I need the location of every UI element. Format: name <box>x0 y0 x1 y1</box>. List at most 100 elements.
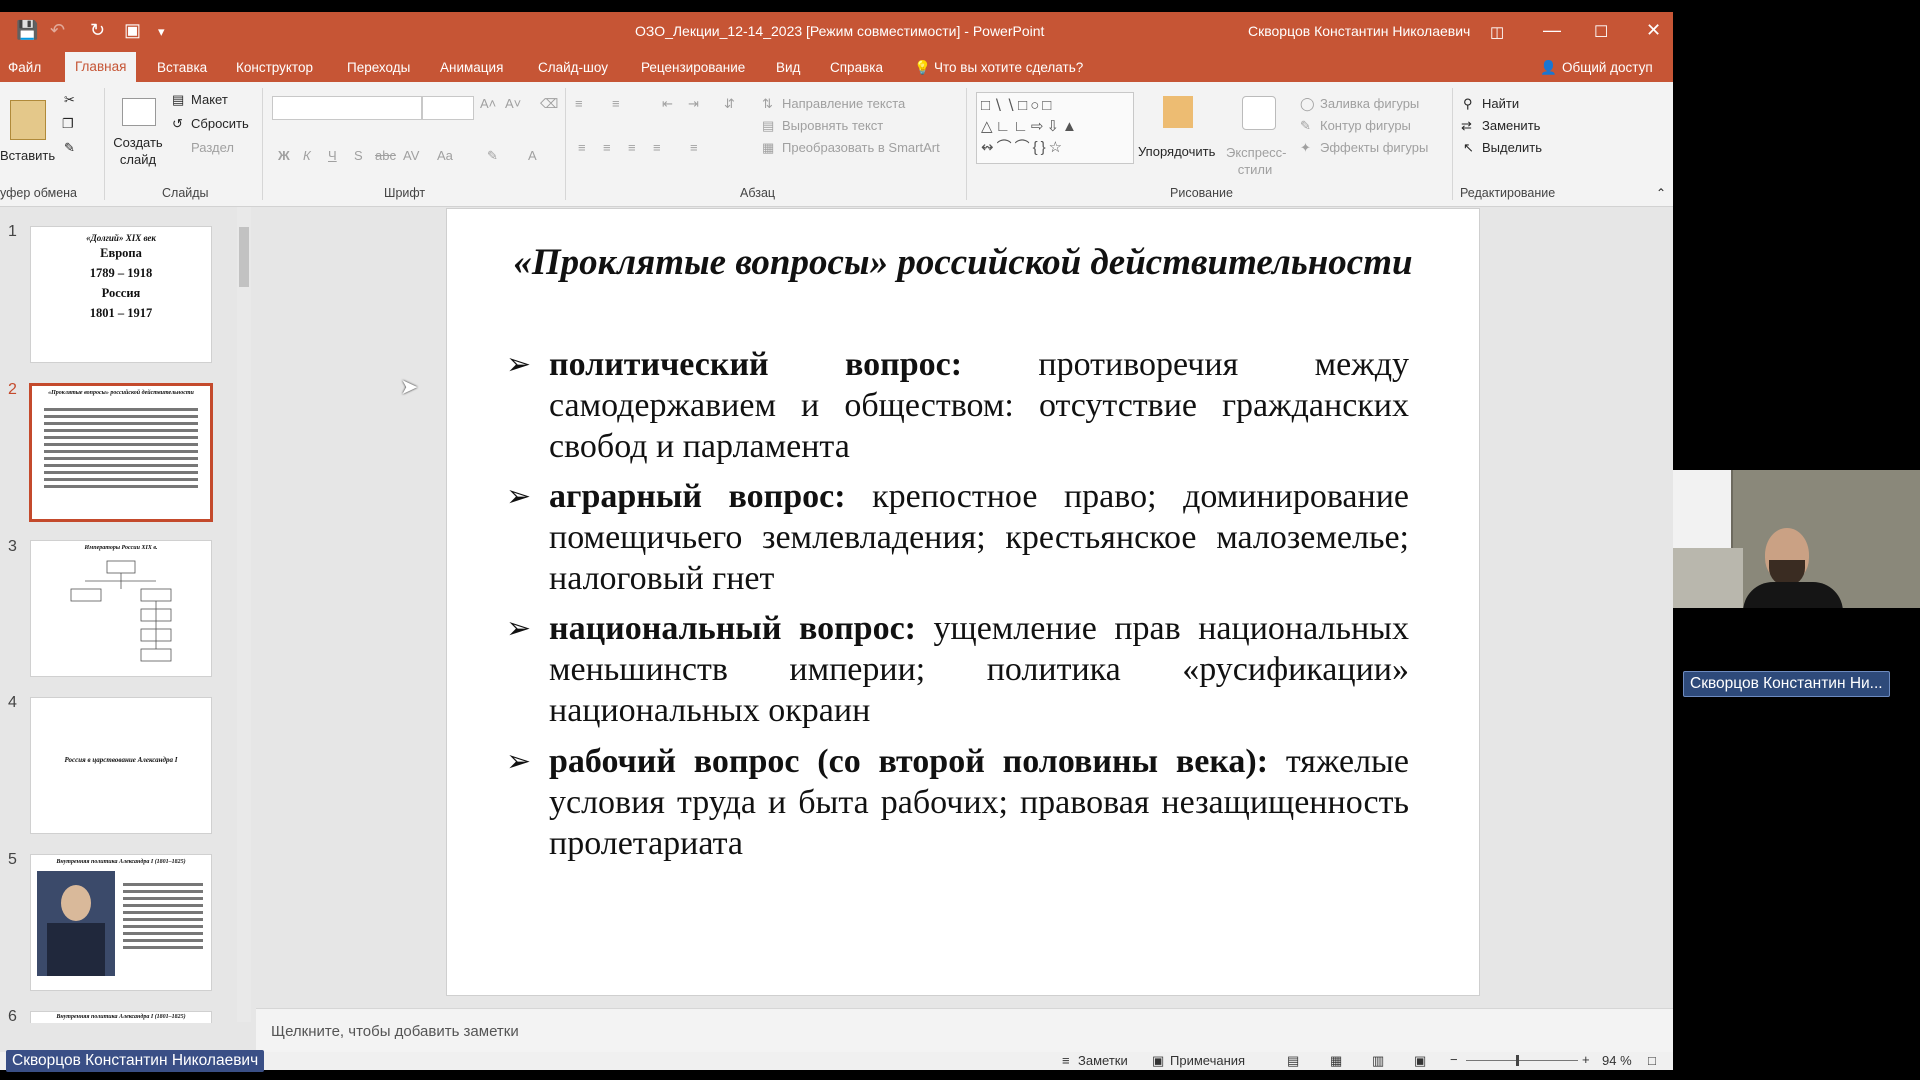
start-slideshow-icon[interactable]: ▣ <box>124 20 141 41</box>
align-right-icon[interactable]: ≡ <box>628 140 636 155</box>
shape-fill-button[interactable]: Заливка фигуры <box>1320 96 1419 111</box>
shape-outline-button[interactable]: Контур фигуры <box>1320 118 1411 133</box>
new-slide-button[interactable]: Создать слайд <box>113 134 163 168</box>
grow-font-icon[interactable]: A˄ <box>480 96 496 111</box>
tab-file[interactable]: Файл <box>8 60 41 75</box>
user-name[interactable]: Скворцов Константин Николаевич <box>1248 23 1470 39</box>
redo-icon[interactable]: ↻ <box>90 20 105 41</box>
save-icon[interactable]: 💾 <box>16 20 38 41</box>
underline-icon[interactable]: Ч <box>328 148 337 163</box>
zoom-slider-thumb[interactable] <box>1516 1055 1519 1066</box>
align-center-icon[interactable]: ≡ <box>603 140 611 155</box>
arrange-icon[interactable] <box>1163 96 1193 128</box>
line-spacing-icon[interactable]: ⇵ <box>724 96 735 112</box>
increase-indent-icon[interactable]: ⇥ <box>688 96 699 112</box>
convert-smartart-button[interactable]: Преобразовать в SmartArt <box>782 140 940 155</box>
bullet-labor[interactable]: ➢ рабочий вопрос (со второй половины век… <box>506 741 1409 864</box>
layout-button[interactable]: Макет <box>191 92 228 107</box>
tab-design[interactable]: Конструктор <box>236 60 313 75</box>
minimize-icon[interactable]: — <box>1543 20 1561 41</box>
tab-animations[interactable]: Анимация <box>440 60 503 75</box>
quick-styles-icon[interactable] <box>1242 96 1276 130</box>
spacing-icon[interactable]: AV <box>403 148 419 163</box>
normal-view-icon[interactable]: ▤ <box>1287 1053 1299 1069</box>
slide-thumbnail-4[interactable]: Россия в царствование Александра I <box>30 697 212 834</box>
numbering-icon[interactable]: ≡ <box>612 96 620 111</box>
columns-icon[interactable]: ≡ <box>690 140 698 155</box>
italic-icon[interactable]: К <box>303 148 311 163</box>
zoom-level[interactable]: 94 % <box>1602 1053 1632 1068</box>
shadow-icon[interactable]: S <box>354 148 363 163</box>
maximize-icon[interactable]: ☐ <box>1594 22 1608 42</box>
highlight-icon[interactable]: ✎ <box>487 148 498 164</box>
shrink-font-icon[interactable]: A˅ <box>505 96 521 111</box>
fit-slide-icon[interactable]: □ <box>1648 1053 1656 1068</box>
bullets-icon[interactable]: ≡ <box>575 96 583 111</box>
text-direction-button[interactable]: Направление текста <box>782 96 905 111</box>
font-size-input[interactable] <box>422 96 474 120</box>
slide-canvas[interactable]: «Проклятые вопросы» российской действите… <box>446 208 1480 996</box>
tell-me-search[interactable]: Что вы хотите сделать? <box>934 60 1083 75</box>
align-text-button[interactable]: Выровнять текст <box>782 118 883 133</box>
collapse-ribbon-icon[interactable]: ⌃ <box>1656 186 1666 200</box>
shapes-gallery[interactable]: □∖∖□○□ △∟∟⇨⇩▲ ↭⌒⌒{}☆ <box>976 92 1134 164</box>
tab-insert[interactable]: Вставка <box>157 60 207 75</box>
zoom-out-icon[interactable]: − <box>1450 1052 1458 1067</box>
clear-format-icon[interactable]: ⌫ <box>540 96 558 112</box>
thumbnails-scrollbar[interactable] <box>237 207 251 1022</box>
tab-transitions[interactable]: Переходы <box>347 60 410 75</box>
quick-styles-button[interactable]: Экспресс-стили <box>1226 144 1287 178</box>
paste-icon[interactable] <box>10 100 46 140</box>
share-button[interactable]: Общий доступ <box>1562 60 1653 75</box>
ribbon-display-icon[interactable]: ◫ <box>1490 23 1504 41</box>
undo-icon[interactable]: ↶ <box>50 20 65 41</box>
zoom-in-icon[interactable]: + <box>1582 1052 1590 1067</box>
section-button[interactable]: Раздел <box>191 140 234 155</box>
slide-thumbnail-3[interactable]: Императоры России XIX в. <box>30 540 212 677</box>
slide-thumbnail-2-selected[interactable]: «Проклятые вопросы» российской действите… <box>29 383 213 522</box>
slideshow-view-icon[interactable]: ▣ <box>1414 1053 1426 1069</box>
slide-thumbnail-6[interactable]: Внутренняя политика Александра I (1801–1… <box>30 1011 212 1023</box>
select-button[interactable]: Выделить <box>1482 140 1542 155</box>
notes-toggle-button[interactable]: Заметки <box>1078 1053 1128 1068</box>
reading-view-icon[interactable]: ▥ <box>1372 1053 1384 1069</box>
tab-view[interactable]: Вид <box>776 60 800 75</box>
arrange-button[interactable]: Упорядочить <box>1138 144 1215 159</box>
replace-button[interactable]: Заменить <box>1482 118 1540 133</box>
slide-sorter-icon[interactable]: ▦ <box>1330 1053 1342 1069</box>
paste-button[interactable]: Вставить <box>0 148 55 163</box>
bullet-national[interactable]: ➢ национальный вопрос: ущемление прав на… <box>506 608 1409 731</box>
scrollbar-thumb[interactable] <box>239 227 249 287</box>
decrease-indent-icon[interactable]: ⇤ <box>662 96 673 112</box>
find-button[interactable]: Найти <box>1482 96 1519 111</box>
slide-title[interactable]: «Проклятые вопросы» российской действите… <box>447 241 1479 284</box>
align-left-icon[interactable]: ≡ <box>578 140 586 155</box>
customize-toolbar-icon[interactable]: ▾ <box>158 24 165 40</box>
tab-review[interactable]: Рецензирование <box>641 60 745 75</box>
new-slide-icon[interactable] <box>122 98 156 126</box>
participant-video[interactable] <box>1673 470 1920 608</box>
strikethrough-icon[interactable]: abc <box>375 148 396 163</box>
change-case-icon[interactable]: Aa <box>437 148 453 163</box>
tab-help[interactable]: Справка <box>830 60 883 75</box>
bullet-political[interactable]: ➢ политический вопрос: противоречия межд… <box>506 344 1409 467</box>
reset-button[interactable]: Сбросить <box>191 116 249 131</box>
notes-pane[interactable]: Щелкните, чтобы добавить заметки <box>256 1008 1673 1053</box>
shape-effects-button[interactable]: Эффекты фигуры <box>1320 140 1428 155</box>
copy-icon[interactable]: ❐ <box>62 116 74 132</box>
font-color-icon[interactable]: A <box>528 148 537 163</box>
format-painter-icon[interactable]: ✎ <box>64 140 75 156</box>
slide-thumbnail-5[interactable]: Внутренняя политика Александра I (1801–1… <box>30 854 212 991</box>
font-name-input[interactable] <box>272 96 422 120</box>
close-icon[interactable]: ✕ <box>1646 20 1661 41</box>
notes-placeholder[interactable]: Щелкните, чтобы добавить заметки <box>271 1023 519 1040</box>
slide-thumbnails-pane[interactable]: 1 «Долгий» XIX век Европа 1789 – 1918 Ро… <box>0 207 255 1025</box>
comments-toggle-button[interactable]: Примечания <box>1170 1053 1245 1068</box>
bullet-agrarian[interactable]: ➢ аграрный вопрос: крепостное право; дом… <box>506 476 1409 599</box>
slide-thumbnail-1[interactable]: «Долгий» XIX век Европа 1789 – 1918 Росс… <box>30 226 212 363</box>
zoom-slider[interactable] <box>1466 1060 1578 1061</box>
justify-icon[interactable]: ≡ <box>653 140 661 155</box>
bold-icon[interactable]: Ж <box>278 148 290 163</box>
cut-icon[interactable]: ✂ <box>64 92 75 108</box>
tab-slideshow[interactable]: Слайд-шоу <box>538 60 608 75</box>
